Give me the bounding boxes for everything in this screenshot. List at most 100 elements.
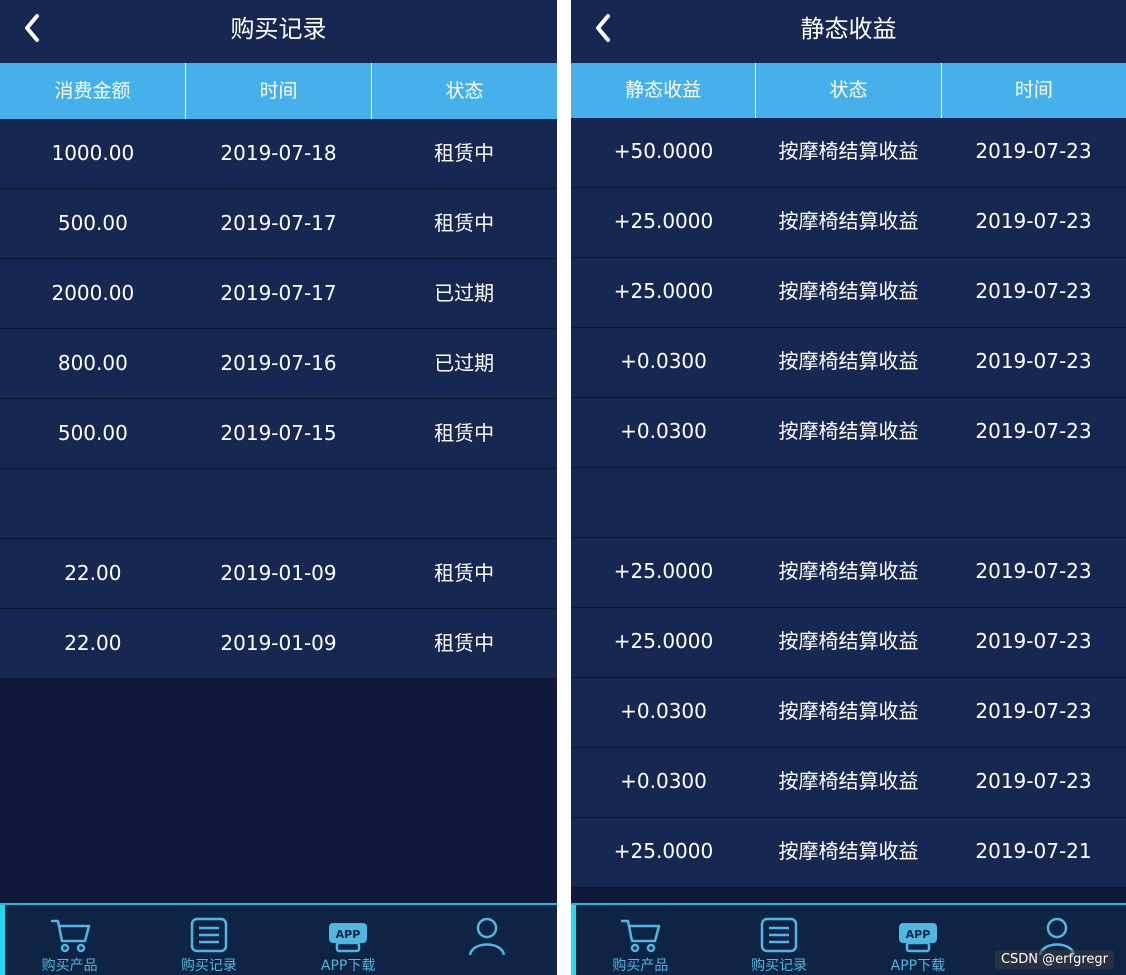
amount-cell: 1000.00 — [51, 141, 135, 165]
nav-label: 购买产品 — [41, 958, 98, 974]
date-cell: 2019-07-23 — [975, 419, 1092, 443]
table-header: 消费金额 时间 状态 — [0, 63, 557, 119]
status-cell: 按摩椅结算收益 — [778, 139, 919, 163]
amount-cell: 500.00 — [57, 421, 128, 445]
date-cell: 2019-07-23 — [975, 699, 1092, 723]
income-cell — [571, 468, 756, 537]
income-cell: +0.0300 — [620, 699, 707, 723]
table-row: +25.0000 按摩椅结算收益 2019-07-21 — [571, 818, 1126, 888]
list-icon — [760, 917, 798, 953]
nav-item-buy-products[interactable]: 购买产品 — [571, 905, 710, 975]
nav-label: 购买记录 — [180, 958, 237, 974]
income-cell: +25.0000 — [613, 279, 714, 303]
status-cell: 按摩椅结算收益 — [778, 629, 919, 653]
app-download-icon: APP — [898, 923, 937, 953]
date-cell: 2019-07-17 — [220, 281, 337, 305]
status-cell: 按摩椅结算收益 — [778, 699, 919, 723]
table-row: +0.0300 按摩椅结算收益 2019-07-23 — [571, 678, 1126, 748]
table-row-empty — [571, 468, 1126, 538]
records-table: 1000.00 2019-07-18 租赁中 500.00 2019-07-17 租赁中… — [0, 119, 557, 679]
date-cell: 2019-07-18 — [220, 141, 337, 165]
status-cell: 租赁中 — [434, 631, 495, 655]
table-row: 800.00 2019-07-16 已过期 — [0, 329, 557, 399]
table-row: +25.0000 按摩椅结算收益 2019-07-23 — [571, 608, 1126, 678]
column-header-time: 时间 — [186, 63, 372, 119]
date-cell — [941, 468, 1126, 537]
date-cell: 2019-07-23 — [975, 629, 1092, 653]
date-cell: 2019-07-23 — [975, 209, 1092, 233]
status-cell — [371, 469, 557, 538]
amount-cell: 800.00 — [57, 351, 128, 375]
app-download-icon: APP — [329, 923, 368, 953]
date-cell: 2019-07-15 — [220, 421, 337, 445]
nav-label: APP下载 — [320, 958, 376, 974]
income-cell: +25.0000 — [613, 629, 714, 653]
status-cell: 按摩椅结算收益 — [778, 209, 919, 233]
top-bar: 购买记录 — [0, 0, 557, 63]
status-cell: 按摩椅结算收益 — [778, 769, 919, 793]
nav-item-purchase-records[interactable]: 购买记录 — [139, 905, 278, 975]
status-cell: 已过期 — [434, 281, 495, 305]
nav-item-purchase-records[interactable]: 购买记录 — [710, 905, 849, 975]
amount-cell: 22.00 — [64, 561, 122, 585]
table-row-empty — [0, 469, 557, 539]
income-table: +50.0000 按摩椅结算收益 2019-07-23 +25.0000 按摩椅结算收… — [571, 118, 1126, 888]
date-cell: 2019-01-09 — [220, 631, 337, 655]
nav-label: 购买记录 — [751, 958, 808, 974]
income-cell: +0.0300 — [620, 349, 707, 373]
amount-cell — [0, 469, 186, 538]
user-icon — [469, 917, 506, 955]
date-cell: 2019-07-23 — [975, 349, 1092, 373]
amount-cell: 500.00 — [57, 211, 128, 235]
nav-item-app-download[interactable]: APP APP下载 — [279, 905, 418, 975]
column-header-income: 静态收益 — [571, 63, 757, 118]
status-cell: 按摩椅结算收益 — [778, 419, 919, 443]
nav-label: APP下载 — [890, 958, 946, 974]
date-cell: 2019-07-16 — [220, 351, 337, 375]
app-icon-text: APP — [336, 928, 361, 941]
watermark: CSDN @erfgregr — [994, 950, 1114, 969]
status-cell: 按摩椅结算收益 — [778, 839, 919, 863]
date-cell: 2019-07-23 — [975, 279, 1092, 303]
table-row: +0.0300 按摩椅结算收益 2019-07-23 — [571, 398, 1126, 468]
date-cell: 2019-07-21 — [975, 839, 1092, 863]
date-cell: 2019-07-23 — [975, 559, 1092, 583]
table-row: +25.0000 按摩椅结算收益 2019-07-23 — [571, 188, 1126, 258]
cart-icon — [50, 919, 90, 953]
page-title: 静态收益 — [800, 15, 897, 43]
date-cell: 2019-07-23 — [975, 769, 1092, 793]
status-cell: 已过期 — [434, 351, 495, 375]
bottom-nav: 购买产品 购买记录 APP APP下载 — [0, 903, 557, 975]
static-income-screen: 静态收益 静态收益 状态 时间 +50.0000 按摩椅结算收益 2019-07-2… — [571, 0, 1126, 975]
table-row: +0.0300 按摩椅结算收益 2019-07-23 — [571, 748, 1126, 818]
status-cell: 租赁中 — [434, 141, 495, 165]
date-cell: 2019-07-23 — [975, 139, 1092, 163]
status-cell: 按摩椅结算收益 — [778, 349, 919, 373]
top-bar: 静态收益 — [571, 0, 1126, 63]
status-cell: 租赁中 — [434, 211, 495, 235]
table-row: 22.00 2019-01-09 租赁中 — [0, 539, 557, 609]
table-row: +0.0300 按摩椅结算收益 2019-07-23 — [571, 328, 1126, 398]
table-row: 500.00 2019-07-15 租赁中 — [0, 399, 557, 469]
nav-item-buy-products[interactable]: 购买产品 — [0, 905, 139, 975]
income-cell: +50.0000 — [613, 139, 714, 163]
date-cell: 2019-01-09 — [220, 561, 337, 585]
table-row: +25.0000 按摩椅结算收益 2019-07-23 — [571, 258, 1126, 328]
status-cell: 按摩椅结算收益 — [778, 559, 919, 583]
nav-item-user[interactable] — [418, 905, 557, 975]
status-cell: 按摩椅结算收益 — [778, 279, 919, 303]
date-cell: 2019-07-17 — [220, 211, 337, 235]
cart-icon — [621, 919, 661, 953]
purchase-records-screen: 购买记录 消费金额 时间 状态 1000.00 2019-07-18 租赁中 500… — [0, 0, 557, 975]
status-cell: 租赁中 — [434, 561, 495, 585]
amount-cell: 22.00 — [64, 631, 122, 655]
date-cell — [186, 469, 372, 538]
table-row: 2000.00 2019-07-17 已过期 — [0, 259, 557, 329]
nav-item-app-download[interactable]: APP APP下载 — [849, 905, 988, 975]
income-cell: +25.0000 — [613, 559, 714, 583]
column-header-status: 状态 — [756, 63, 942, 118]
app-icon-text: APP — [906, 928, 931, 941]
status-cell: 租赁中 — [434, 421, 495, 445]
column-header-time: 时间 — [1014, 79, 1053, 101]
user-icon — [1038, 917, 1075, 955]
